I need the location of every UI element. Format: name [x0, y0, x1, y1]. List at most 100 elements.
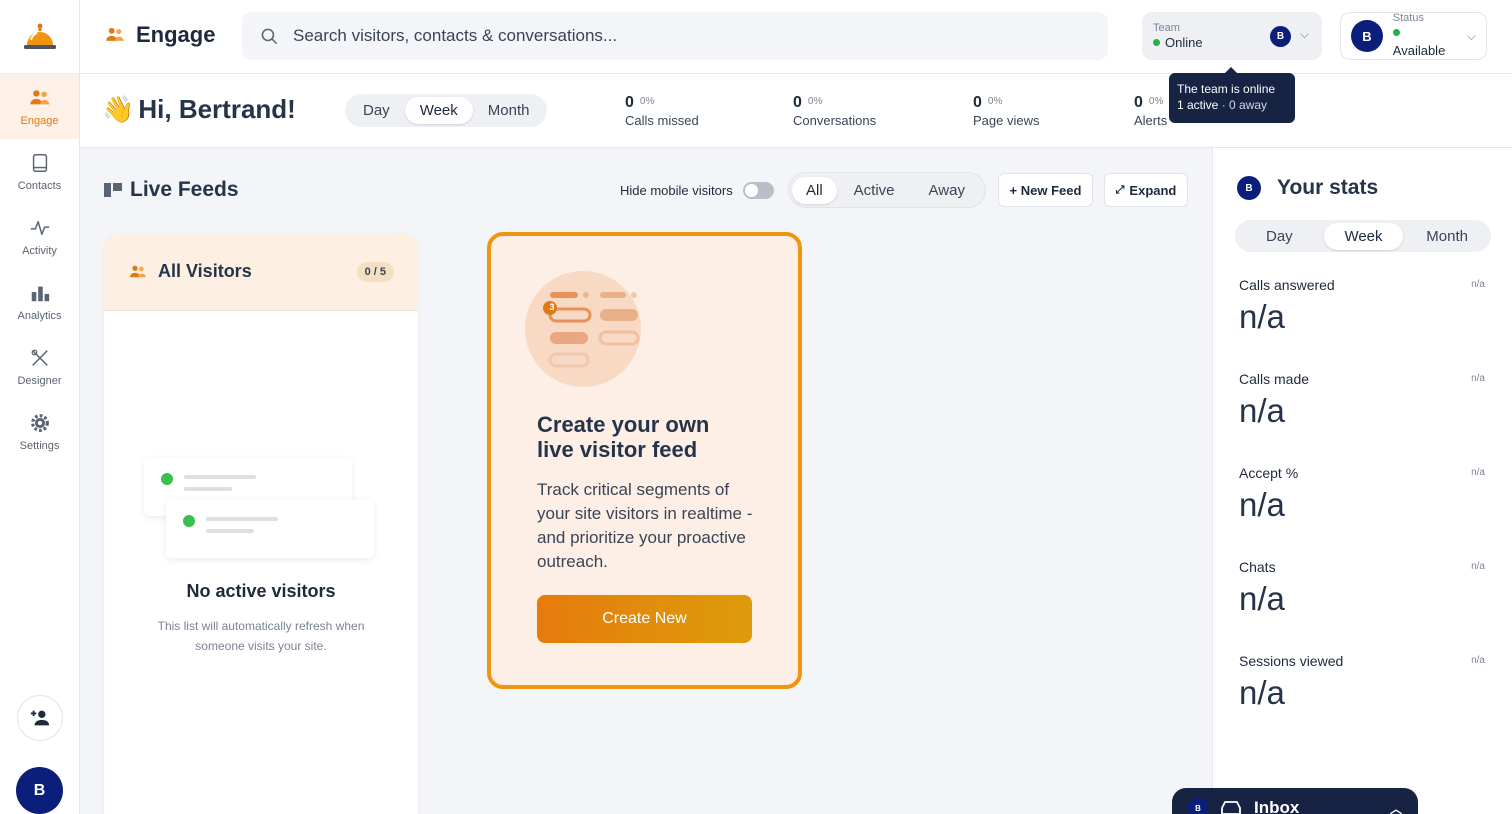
chevron-down-icon: ⌵	[1466, 28, 1476, 43]
stat-change: n/a	[1471, 279, 1485, 290]
feed-header[interactable]: All Visitors 0 / 5	[104, 233, 418, 311]
chevron-up-icon: ︿	[1389, 801, 1402, 814]
stat-value: n/a	[1239, 486, 1285, 523]
inbox-label: Inbox	[1254, 798, 1300, 814]
tab-month[interactable]: Month	[1406, 223, 1488, 250]
visitor-count-badge: 0 / 5	[356, 261, 394, 282]
period-tabs: Day Week Month	[345, 94, 548, 127]
logo[interactable]	[0, 0, 79, 74]
page-title: Live Feeds	[104, 178, 239, 202]
chevron-down-icon: ⌵	[1300, 27, 1310, 41]
empty-state-subtitle: This list will automatically refresh whe…	[157, 619, 365, 653]
feed-illustration-icon	[525, 271, 641, 387]
create-feed-card: 3 Create your own live visitor feed Trac…	[487, 232, 802, 689]
filter-active[interactable]: Active	[837, 177, 912, 204]
stat-value: n/a	[1239, 392, 1285, 429]
team-value: Online	[1165, 35, 1203, 50]
sidebar-item-analytics[interactable]: Analytics	[0, 269, 79, 334]
search-bar[interactable]	[242, 12, 1108, 60]
sidebar-item-contacts[interactable]: Contacts	[0, 139, 79, 204]
people-icon	[106, 27, 124, 41]
tab-week[interactable]: Week	[1324, 222, 1403, 250]
stat-change: n/a	[1471, 467, 1485, 478]
metric-alerts: 0 0% Alerts	[1134, 94, 1167, 128]
sidebar-item-label: Engage	[20, 114, 59, 127]
add-person-icon	[30, 710, 50, 726]
book-icon	[32, 153, 47, 172]
placeholder-line	[206, 529, 254, 533]
service-bell-icon	[23, 23, 56, 49]
wave-icon: 👋	[102, 94, 135, 124]
create-new-button[interactable]: Create New	[537, 595, 752, 643]
all-visitors-feed: All Visitors 0 / 5 No active visitors Th…	[104, 233, 418, 814]
online-dot	[183, 515, 195, 527]
new-feed-button[interactable]: + New Feed	[998, 173, 1093, 207]
metric-pct: 0%	[639, 96, 655, 107]
sidebar-item-settings[interactable]: Settings	[0, 399, 79, 464]
sidebar-item-activity[interactable]: Activity	[0, 204, 79, 269]
sidebar-item-label: Designer	[17, 374, 62, 387]
tooltip-active: 1 active	[1177, 98, 1219, 112]
stat-calls-made: Calls made n/a n/a	[1239, 371, 1485, 430]
inbox-tab[interactable]: B Inbox ︿	[1172, 788, 1418, 814]
team-status-selector[interactable]: Team Online B ⌵	[1142, 12, 1322, 60]
create-title-line2: live visitor feed	[537, 437, 698, 462]
expand-icon: ⤢	[1115, 183, 1125, 196]
tab-day[interactable]: Day	[348, 97, 405, 124]
inbox-icon	[1221, 801, 1241, 814]
stat-change: n/a	[1471, 655, 1485, 666]
stat-name: Calls made	[1239, 371, 1310, 387]
tab-month[interactable]: Month	[473, 97, 545, 124]
empty-state-title: No active visitors	[186, 581, 336, 601]
greeting-bar: 👋 Hi, Bertrand! Day Week Month 0 0% Calls…	[80, 74, 1512, 148]
avatar: B	[1188, 798, 1208, 814]
filter-all[interactable]: All	[792, 176, 837, 204]
sidebar-item-label: Settings	[19, 439, 60, 452]
status-value: Available	[1392, 43, 1446, 58]
app-title-text: Engage	[136, 22, 216, 47]
metric-label: Conversations	[793, 113, 877, 128]
stats-title-text: Your stats	[1277, 176, 1379, 199]
create-title-line1: Create your own	[537, 412, 710, 437]
stat-accept-percent: Accept % n/a n/a	[1239, 465, 1485, 524]
sidebar: Engage Contacts Activity Analytics Desig…	[0, 0, 80, 814]
empty-state-illustration	[144, 458, 380, 563]
tab-week[interactable]: Week	[404, 97, 473, 124]
stat-name: Accept %	[1239, 465, 1299, 481]
search-input[interactable]	[293, 26, 1053, 46]
placeholder-line	[206, 517, 278, 521]
metric-page-views: 0 0% Page views	[973, 94, 1039, 128]
stat-value: n/a	[1239, 674, 1285, 711]
pulse-icon	[30, 220, 49, 235]
online-dot	[1153, 39, 1160, 47]
team-tooltip: The team is online 1 active · 0 away	[1169, 67, 1295, 123]
visitor-filter-tabs: All Active Away	[788, 172, 986, 208]
metric-value: 0	[793, 94, 802, 111]
metric-label: Page views	[973, 113, 1040, 128]
hide-mobile-label: Hide mobile visitors	[620, 183, 733, 198]
status-label: Status	[1392, 12, 1424, 24]
create-card-description: Track critical segments of your site vis…	[537, 480, 753, 571]
team-avatar: B	[1270, 26, 1291, 47]
feed-title: All Visitors	[158, 261, 252, 281]
gear-icon	[30, 413, 49, 432]
greeting-text: Hi, Bertrand!	[138, 94, 296, 124]
stat-chats: Chats n/a n/a	[1239, 559, 1485, 618]
sidebar-item-engage[interactable]: Engage	[0, 74, 79, 139]
metric-pct: 0%	[1148, 96, 1164, 107]
metric-value: 0	[625, 94, 634, 111]
hide-mobile-toggle[interactable]	[742, 182, 774, 199]
sidebar-item-designer[interactable]: Designer	[0, 334, 79, 399]
tab-day[interactable]: Day	[1238, 223, 1321, 250]
bar-chart-icon	[31, 286, 49, 301]
stat-name: Sessions viewed	[1239, 653, 1344, 669]
filter-away[interactable]: Away	[912, 177, 982, 204]
add-contact-button[interactable]	[17, 695, 63, 741]
status-selector[interactable]: B Status Available ⌵	[1340, 12, 1487, 60]
design-tools-icon	[31, 349, 48, 366]
stats-title: B Your stats	[1237, 176, 1378, 200]
expand-button[interactable]: ⤢ Expand	[1104, 173, 1188, 207]
stat-name: Calls answered	[1239, 277, 1335, 293]
avatar[interactable]: B	[16, 767, 63, 814]
page-title-text: Live Feeds	[130, 178, 239, 201]
